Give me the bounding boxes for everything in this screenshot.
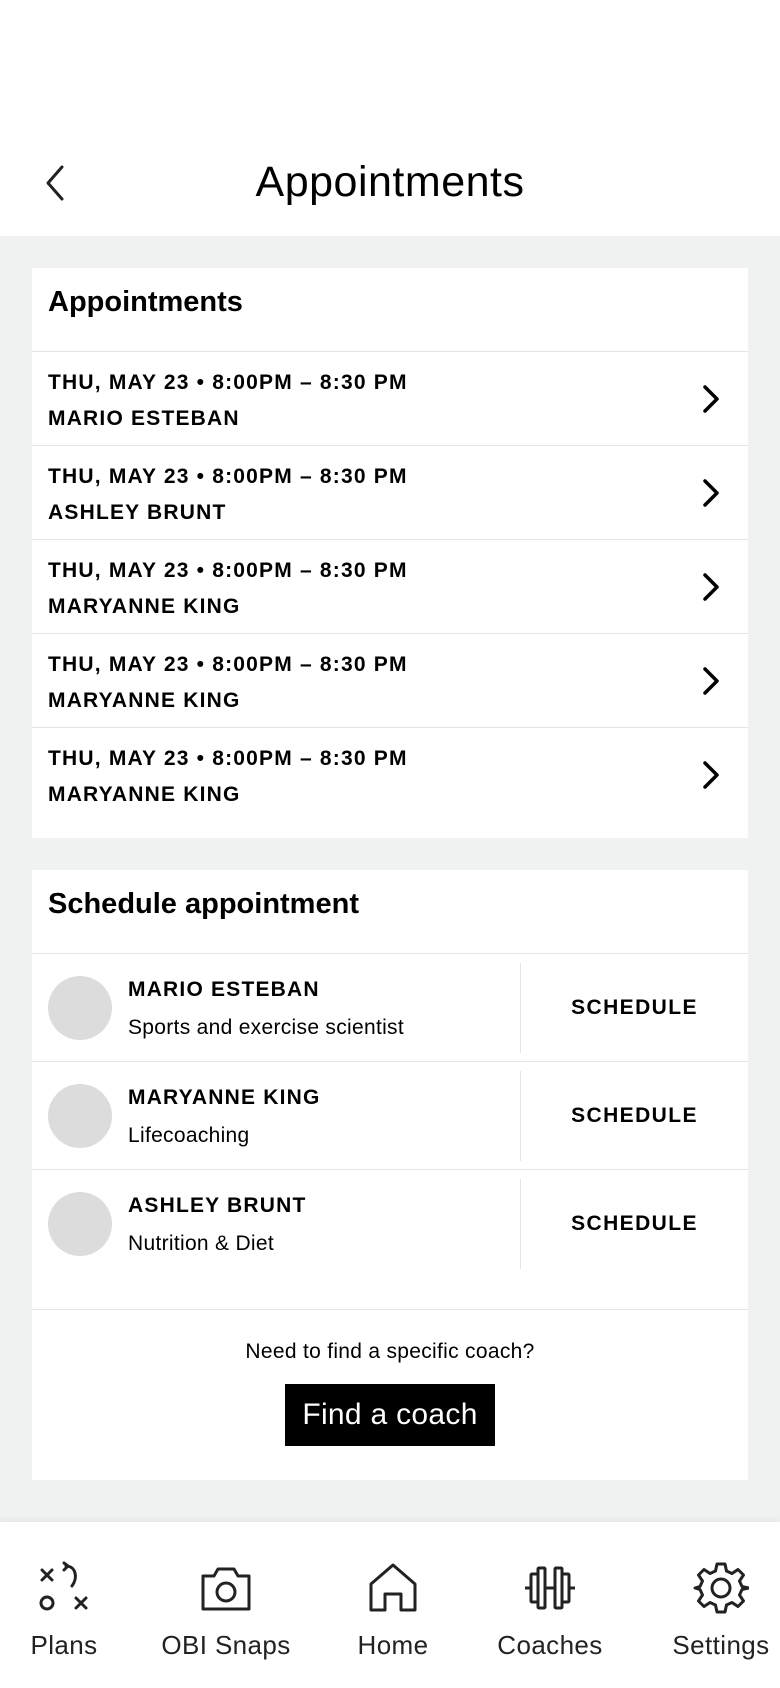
appointment-row[interactable]: THU, MAY 23 • 8:00PM – 8:30 PM MARYANNE … <box>32 540 748 634</box>
coach-role: Nutrition & Diet <box>128 1232 275 1255</box>
appointment-coach: MARYANNE KING <box>48 689 241 712</box>
nav-item-obi-snaps[interactable]: OBI Snaps <box>151 1560 301 1661</box>
chevron-right-icon <box>703 667 719 695</box>
appointment-row[interactable]: THU, MAY 23 • 8:00PM – 8:30 PM ASHLEY BR… <box>32 446 748 540</box>
chevron-right-icon <box>703 385 719 413</box>
chevron-right-icon <box>703 761 719 789</box>
coach-row: ASHLEY BRUNT Nutrition & Diet SCHEDULE <box>32 1170 748 1278</box>
coach-role: Sports and exercise scientist <box>128 1016 404 1039</box>
coach-name: MARYANNE KING <box>128 1086 321 1109</box>
nav-label: OBI Snaps <box>161 1630 291 1660</box>
nav-item-plans[interactable]: Plans <box>0 1560 139 1661</box>
appointment-coach: MARIO ESTEBAN <box>48 407 240 430</box>
avatar <box>48 976 112 1040</box>
camera-icon <box>201 1567 251 1611</box>
appointments-section-title: Appointments <box>32 268 748 352</box>
header-bar: Appointments <box>0 0 780 236</box>
chevron-right-icon <box>703 573 719 601</box>
schedule-button[interactable]: SCHEDULE <box>521 954 748 1062</box>
avatar <box>48 1084 112 1148</box>
gear-icon <box>693 1562 749 1614</box>
appointment-coach: MARYANNE KING <box>48 783 241 806</box>
schedule-button[interactable]: SCHEDULE <box>521 1170 748 1278</box>
nav-item-home[interactable]: Home <box>318 1560 468 1661</box>
appointment-datetime: THU, MAY 23 • 8:00PM – 8:30 PM <box>48 371 408 394</box>
nav-label: Home <box>357 1630 429 1660</box>
appointment-datetime: THU, MAY 23 • 8:00PM – 8:30 PM <box>48 465 408 488</box>
nav-item-settings[interactable]: Settings <box>646 1560 780 1661</box>
coach-name: MARIO ESTEBAN <box>128 978 320 1001</box>
chevron-right-icon <box>703 479 719 507</box>
divider <box>32 1278 748 1310</box>
appointment-coach: ASHLEY BRUNT <box>48 501 227 524</box>
appointment-datetime: THU, MAY 23 • 8:00PM – 8:30 PM <box>48 653 408 676</box>
nav-label: Plans <box>30 1630 98 1660</box>
coach-role: Lifecoaching <box>128 1124 250 1147</box>
schedule-section-title: Schedule appointment <box>32 870 748 954</box>
nav-item-coaches[interactable]: Coaches <box>475 1560 625 1661</box>
nav-label: Settings <box>672 1630 770 1660</box>
coach-row: MARIO ESTEBAN Sports and exercise scient… <box>32 954 748 1062</box>
appointment-coach: MARYANNE KING <box>48 595 241 618</box>
appointment-row[interactable]: THU, MAY 23 • 8:00PM – 8:30 PM MARYANNE … <box>32 728 748 822</box>
appointment-datetime: THU, MAY 23 • 8:00PM – 8:30 PM <box>48 559 408 582</box>
dumbbell-icon <box>525 1566 575 1610</box>
schedule-card: Schedule appointment MARIO ESTEBAN Sport… <box>32 870 748 1480</box>
coach-name: ASHLEY BRUNT <box>128 1194 307 1217</box>
find-coach-prompt: Need to find a specific coach? <box>245 1340 535 1363</box>
appointment-row[interactable]: THU, MAY 23 • 8:00PM – 8:30 PM MARYANNE … <box>32 634 748 728</box>
nav-label: Coaches <box>497 1630 603 1660</box>
appointment-row[interactable]: THU, MAY 23 • 8:00PM – 8:30 PM MARIO EST… <box>32 352 748 446</box>
schedule-button[interactable]: SCHEDULE <box>521 1062 748 1170</box>
bottom-nav: Plans OBI Snaps Home Coaches Settings <box>0 1522 780 1688</box>
avatar <box>48 1192 112 1256</box>
coach-row: MARYANNE KING Lifecoaching SCHEDULE <box>32 1062 748 1170</box>
home-icon <box>369 1563 417 1612</box>
appointments-card: Appointments THU, MAY 23 • 8:00PM – 8:30… <box>32 268 748 838</box>
find-coach-button[interactable]: Find a coach <box>285 1384 495 1446</box>
appointment-datetime: THU, MAY 23 • 8:00PM – 8:30 PM <box>48 747 408 770</box>
plays-icon <box>39 1561 88 1611</box>
page-title: Appointments <box>255 158 525 206</box>
appointments-screen: Appointments Appointments THU, MAY 23 • … <box>0 0 780 1688</box>
